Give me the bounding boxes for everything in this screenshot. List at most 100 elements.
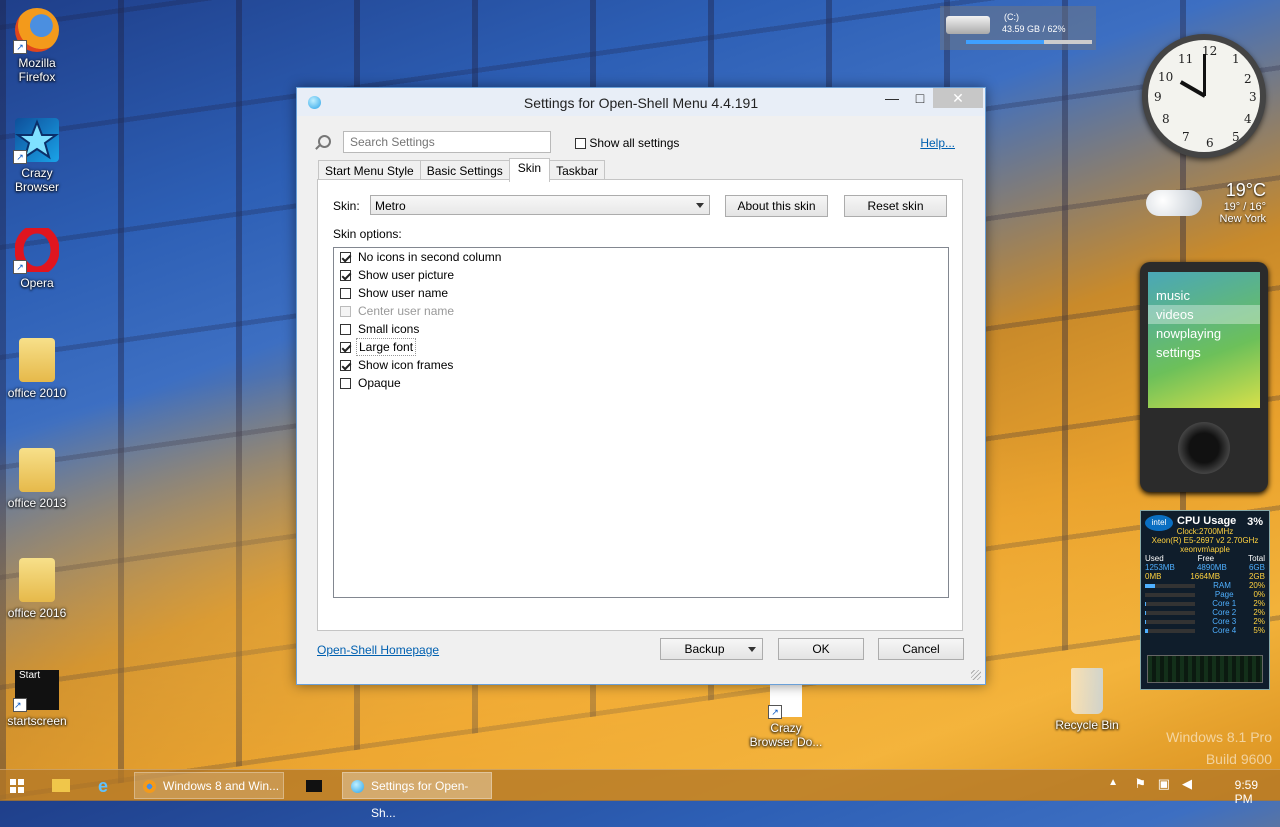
windows-start-icon[interactable] [10, 779, 24, 793]
show-all-label: Show all settings [589, 136, 680, 150]
desktop-icon-label: Crazy [770, 721, 802, 735]
document-icon: ↗ [768, 683, 802, 719]
volume-icon[interactable]: ◀ [1182, 776, 1192, 792]
media-menu-settings[interactable]: settings [1148, 343, 1260, 362]
cpu-bar-value: 2% [1253, 617, 1265, 626]
cpu-bar-label: Core 2 [1212, 608, 1237, 617]
cpu-bar-fill [1145, 629, 1148, 633]
media-menu-videos[interactable]: videos [1148, 305, 1260, 324]
desktop-icon-opera[interactable]: ↗ Opera [0, 224, 77, 290]
folder-icon [19, 448, 55, 492]
file-explorer-icon[interactable] [52, 772, 72, 799]
dropdown-arrow-icon [748, 647, 756, 652]
desktop-icon-label: office 2010 [7, 386, 67, 400]
skin-option-checkbox[interactable] [340, 360, 351, 372]
desktop-icon-startscreen[interactable]: Start ↗ startscreen [0, 670, 77, 728]
media-player-gadget[interactable]: music videos nowplaying settings [1140, 262, 1268, 492]
media-wheel[interactable] [1178, 422, 1230, 474]
cpu-bar-label: Core 4 [1212, 626, 1237, 635]
skin-option-label: Large font [355, 338, 417, 356]
cpu-bar-value: 2% [1253, 599, 1265, 608]
startscreen-icon: Start ↗ [13, 670, 59, 712]
skin-option-item[interactable]: Small icons [334, 320, 948, 338]
about-skin-button[interactable]: About this skin [725, 195, 828, 217]
internet-explorer-icon[interactable]: e [98, 772, 118, 799]
homepage-link[interactable]: Open-Shell Homepage [317, 643, 439, 657]
cpu-bar-value: 5% [1253, 626, 1265, 635]
desktop-icon-office-2010[interactable]: office 2010 [0, 338, 77, 400]
drive-name: (C:) [1004, 12, 1019, 22]
weather-gadget: 19°C 19° / 16° New York [1142, 180, 1266, 240]
taskbar-item-firefox[interactable]: Windows 8 and Win... [134, 772, 284, 799]
cpu-host: xeonvm\apple [1180, 545, 1230, 554]
media-menu-nowplaying[interactable]: nowplaying [1148, 324, 1260, 343]
desktop-icon-office-2016[interactable]: office 2016 [0, 558, 77, 620]
watermark-line2: Build 9600 [1205, 751, 1272, 767]
cpu-bar-fill [1145, 602, 1146, 606]
cpu-history-graph [1147, 655, 1263, 683]
skin-option-item[interactable]: Show user picture [334, 266, 948, 284]
desktop-icon-label: Mozilla [18, 56, 56, 70]
desktop-icon-label: office 2013 [7, 496, 67, 510]
hard-drive-icon [946, 16, 990, 34]
help-link[interactable]: Help... [920, 136, 955, 150]
skin-option-item[interactable]: Opaque [334, 374, 948, 392]
backup-button[interactable]: Backup [660, 638, 763, 660]
desktop-icon-recycle-bin[interactable]: Recycle Bin [1047, 668, 1127, 732]
search-input[interactable] [343, 131, 551, 153]
recycle-bin-icon [1071, 668, 1103, 714]
cpu-bar-row: Core 3 2% [1141, 617, 1269, 626]
skin-option-checkbox[interactable] [340, 378, 351, 390]
close-button[interactable]: ✕ [933, 88, 983, 108]
ok-button[interactable]: OK [778, 638, 864, 660]
skin-option-item[interactable]: Show icon frames [334, 356, 948, 374]
cpu-bar-track [1145, 629, 1195, 633]
show-hidden-icons[interactable]: ▲ [1108, 777, 1118, 788]
taskbar-item-settings[interactable]: Settings for Open-Sh... [342, 772, 492, 820]
media-menu-music[interactable]: music [1148, 286, 1260, 305]
desktop-icon-firefox[interactable]: ↗ Mozilla Firefox [0, 8, 77, 84]
cpu-bar-row: Core 4 5% [1141, 626, 1269, 635]
startscreen-taskbar-icon[interactable] [306, 772, 326, 799]
skin-option-item[interactable]: Show user name [334, 284, 948, 302]
network-icon[interactable]: ▣ [1158, 776, 1170, 792]
cpu-bar-track [1145, 593, 1195, 597]
title-bar[interactable]: Settings for Open-Shell Menu 4.4.191 — □… [297, 88, 985, 116]
flag-icon[interactable]: ⚑ [1134, 776, 1146, 792]
cpu-percent: 3% [1247, 516, 1263, 528]
skin-option-item[interactable]: Large font [334, 338, 948, 356]
cpu-bar-label: RAM [1213, 581, 1231, 590]
skin-option-checkbox[interactable] [340, 288, 351, 300]
settings-window: Settings for Open-Shell Menu 4.4.191 — □… [296, 87, 986, 685]
desktop-icon-label: Opera [20, 276, 54, 290]
skin-option-checkbox[interactable] [340, 342, 351, 354]
skin-option-checkbox [340, 306, 351, 318]
skin-option-checkbox[interactable] [340, 270, 351, 282]
skin-option-checkbox[interactable] [340, 252, 351, 264]
desktop-icon-label: Browser [14, 180, 59, 194]
tab-skin[interactable]: Skin [508, 158, 551, 182]
skin-option-label: Show icon frames [358, 358, 454, 372]
desktop-icon-crazy-browser[interactable]: ↗ Crazy Browser [0, 118, 77, 194]
skin-option-item[interactable]: No icons in second column [334, 248, 948, 266]
desktop-icon-crazy-browser-doc[interactable]: ↗ Crazy Browser Do... [746, 683, 826, 749]
show-all-checkbox[interactable] [575, 138, 586, 150]
skin-select-value: Metro [375, 199, 406, 213]
clock-time[interactable]: 9:59 PM [1235, 778, 1258, 806]
show-all-settings[interactable]: Show all settings [575, 136, 679, 150]
drive-gadget: (C:) 43.59 GB / 62% [940, 6, 1096, 50]
cpu-bar-row: RAM 20% [1141, 581, 1269, 590]
reset-skin-button[interactable]: Reset skin [844, 195, 947, 217]
firefox-icon: ↗ [13, 8, 59, 54]
skin-option-label: Small icons [358, 322, 420, 336]
mem-header-row: Used Free Total [1145, 554, 1265, 563]
skin-option-checkbox[interactable] [340, 324, 351, 336]
search-icon [318, 135, 331, 148]
skin-option-label: Show user name [358, 286, 449, 300]
skin-select[interactable]: Metro [370, 195, 710, 215]
resize-grip[interactable] [971, 670, 981, 680]
cancel-button[interactable]: Cancel [878, 638, 964, 660]
desktop-icon-office-2013[interactable]: office 2013 [0, 448, 77, 510]
cpu-bar-value: 2% [1253, 608, 1265, 617]
cpu-bar-fill [1145, 620, 1146, 624]
